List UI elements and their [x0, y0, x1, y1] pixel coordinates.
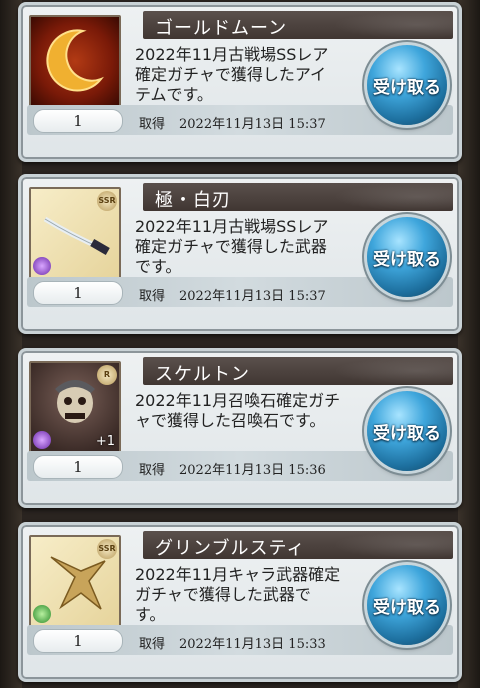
- description-line: ャで獲得した召喚石です。: [135, 411, 326, 430]
- item-description: 2022年11月古戦場SSレア 確定ガチャで獲得したアイ テムです。: [135, 45, 385, 105]
- ssr-rarity-badge: SSR: [97, 191, 117, 211]
- present-item-card: ゴールドムーン 2022年11月古戦場SSレア 確定ガチャで獲得したアイ テムで…: [18, 2, 462, 162]
- description-line: 2022年11月古戦場SSレア: [135, 45, 329, 64]
- item-title-bar: グリンブルスティ: [143, 531, 453, 559]
- item-title-bar: 極・白刃: [143, 183, 453, 211]
- item-title: ゴールドムーン: [155, 18, 288, 39]
- acquired-label: 取得: [139, 117, 166, 132]
- description-line: 2022年11月召喚石確定ガチ: [135, 391, 341, 410]
- acquired-date: 2022年11月13日 15:36: [179, 463, 326, 478]
- quantity-pill: 1: [33, 281, 123, 305]
- receive-button-label: 受け取る: [373, 249, 441, 270]
- quantity-pill: 1: [33, 109, 123, 133]
- item-title-bar: スケルトン: [143, 357, 453, 385]
- acquired-date: 2022年11月13日 15:37: [179, 117, 326, 132]
- quantity-pill: 1: [33, 629, 123, 653]
- receive-button-label: 受け取る: [373, 597, 441, 618]
- plus-bonus: +1: [95, 434, 115, 449]
- ssr-rarity-badge: SSR: [97, 539, 117, 559]
- item-title: 極・白刃: [155, 190, 231, 211]
- present-item-card: スケルトン R +1 2022年11月召喚石確定ガチ ャで獲得した召喚石です。 …: [18, 348, 462, 508]
- acquired-date: 2022年11月13日 15:33: [179, 637, 326, 652]
- acquired-label: 取得: [139, 463, 166, 478]
- r-rarity-badge: R: [97, 365, 117, 385]
- acquired-date: 2022年11月13日 15:37: [179, 289, 326, 304]
- acquired-label: 取得: [139, 289, 166, 304]
- description-line: 確定ガチャで獲得した武器: [135, 237, 327, 256]
- item-title: グリンブルスティ: [155, 538, 306, 559]
- description-line: ガチャで獲得した武器で: [135, 585, 311, 604]
- katana-weapon-icon: SSR: [29, 187, 121, 279]
- receive-button[interactable]: 受け取る: [367, 45, 447, 125]
- present-item-card: グリンブルスティ SSR 2022年11月キャラ武器確定 ガチャで獲得した武器で…: [18, 522, 462, 682]
- receive-button[interactable]: 受け取る: [367, 217, 447, 297]
- receive-button-label: 受け取る: [373, 423, 441, 444]
- item-description: 2022年11月召喚石確定ガチ ャで獲得した召喚石です。: [135, 391, 385, 431]
- dark-element-orb-icon: [33, 431, 51, 449]
- receive-button[interactable]: 受け取る: [367, 565, 447, 645]
- present-item-card: 極・白刃 SSR 2022年11月古戦場SSレア 確定ガチャで獲得した武器 です…: [18, 174, 462, 334]
- boar-weapon-icon: SSR: [29, 535, 121, 627]
- gold-moon-icon: [29, 15, 121, 107]
- receive-button[interactable]: 受け取る: [367, 391, 447, 471]
- acquired-label: 取得: [139, 637, 166, 652]
- item-description: 2022年11月キャラ武器確定 ガチャで獲得した武器で す。: [135, 565, 385, 625]
- skeleton-summon-icon: R +1: [29, 361, 121, 453]
- description-line: です。: [135, 257, 182, 276]
- description-line: 確定ガチャで獲得したアイ: [135, 65, 327, 84]
- dark-element-orb-icon: [33, 257, 51, 275]
- description-line: テムです。: [135, 85, 213, 104]
- description-line: 2022年11月キャラ武器確定: [135, 565, 341, 584]
- description-line: 2022年11月古戦場SSレア: [135, 217, 329, 236]
- item-title: スケルトン: [155, 364, 250, 385]
- wind-element-orb-icon: [33, 605, 51, 623]
- item-description: 2022年11月古戦場SSレア 確定ガチャで獲得した武器 です。: [135, 217, 385, 277]
- receive-button-label: 受け取る: [373, 77, 441, 98]
- item-title-bar: ゴールドムーン: [143, 11, 453, 39]
- description-line: す。: [135, 605, 166, 624]
- quantity-pill: 1: [33, 455, 123, 479]
